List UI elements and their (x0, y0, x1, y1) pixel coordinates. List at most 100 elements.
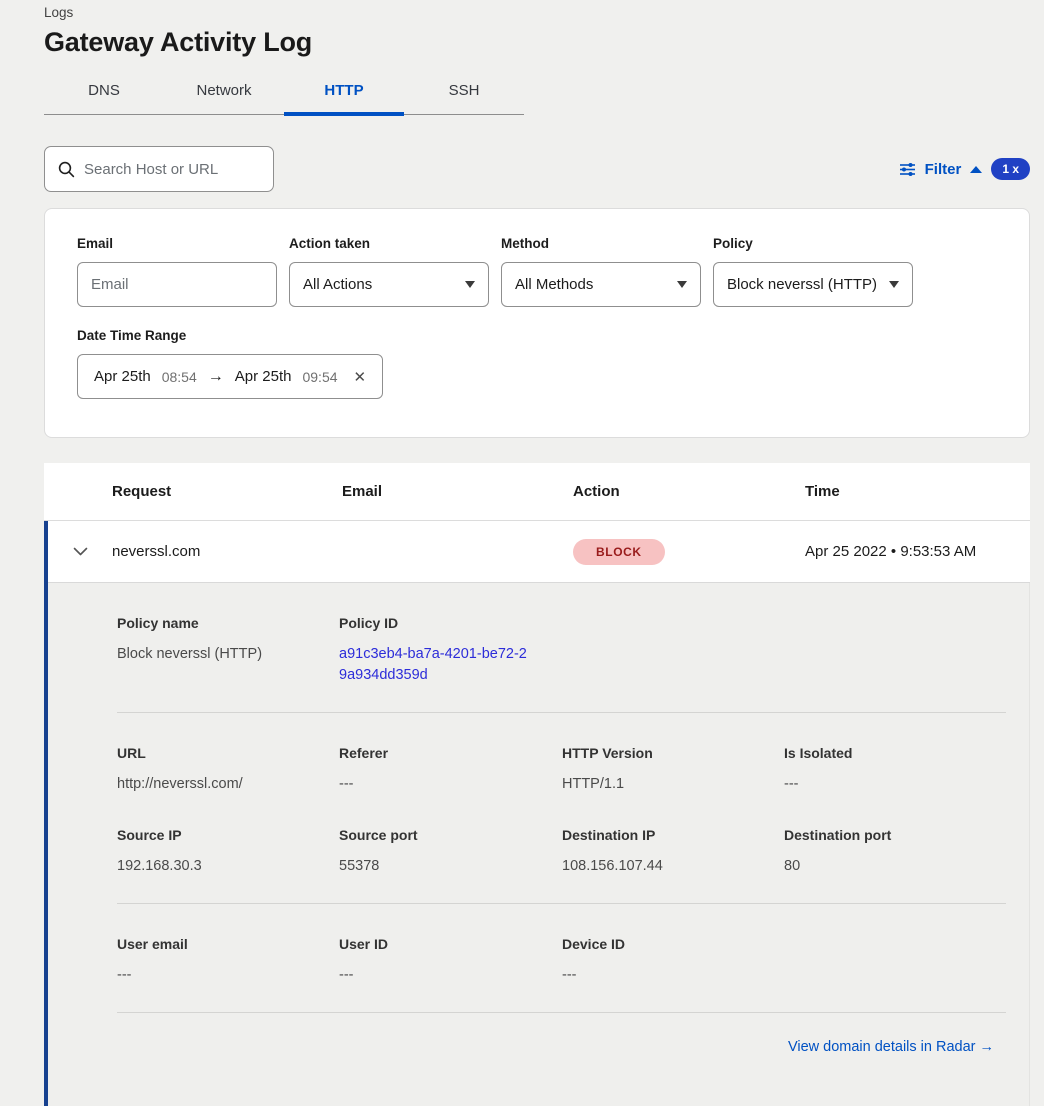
http-detail-section: URL http://neverssl.com/ Referer --- HTT… (117, 712, 1006, 903)
chevron-down-icon (889, 281, 899, 288)
tab-network[interactable]: Network (164, 82, 284, 114)
policy-section: Policy name Block neverssl (HTTP) Policy… (117, 583, 1006, 712)
view-radar-link[interactable]: View domain details in Radar → (788, 1039, 994, 1055)
col-email: Email (342, 483, 573, 500)
filter-sliders-icon (899, 162, 916, 177)
gateway-activity-page: Logs Gateway Activity Log DNS Network HT… (0, 0, 1044, 1106)
user-detail-section: User email --- User ID --- Device ID --- (117, 903, 1006, 1012)
field-label: Action taken (289, 236, 489, 251)
field-label: Email (77, 236, 277, 251)
email-field[interactable] (77, 262, 277, 307)
detail-label: HTTP Version (562, 745, 784, 761)
tab-dns[interactable]: DNS (44, 82, 164, 114)
tab-ssh[interactable]: SSH (404, 82, 524, 114)
detail-label: URL (117, 745, 339, 761)
request-cell: neverssl.com (112, 543, 342, 560)
collapse-row-button[interactable] (48, 547, 112, 556)
tab-http[interactable]: HTTP (284, 82, 404, 114)
detail-item: Source IP 192.168.30.3 (117, 827, 339, 877)
detail-label: User ID (339, 936, 562, 952)
arrow-right-icon: → (208, 368, 224, 386)
toolbar: Filter 1 x (44, 146, 1030, 192)
detail-label: User email (117, 936, 339, 952)
detail-label: Device ID (562, 936, 784, 952)
chevron-down-icon (73, 547, 88, 556)
detail-item: Destination port 80 (784, 827, 1006, 877)
start-date: Apr 25th (94, 368, 151, 385)
detail-value: http://neverssl.com/ (117, 774, 339, 795)
selected-value: All Actions (303, 276, 372, 293)
detail-label: Policy ID (339, 615, 562, 631)
detail-item: Policy name Block neverssl (HTTP) (117, 615, 339, 686)
detail-item: User ID --- (339, 936, 562, 986)
table-header-row: Request Email Action Time (44, 463, 1030, 521)
col-action: Action (573, 483, 805, 500)
caret-up-icon[interactable] (970, 166, 982, 173)
detail-value: --- (784, 774, 1006, 795)
detail-label: Referer (339, 745, 562, 761)
row-details-panel: Policy name Block neverssl (HTTP) Policy… (48, 583, 1030, 1106)
detail-value: 192.168.30.3 (117, 856, 339, 877)
detail-item: User email --- (117, 936, 339, 986)
selected-value: Block neverssl (HTTP) (727, 276, 877, 293)
breadcrumb[interactable]: Logs (44, 5, 1030, 20)
detail-item: Is Isolated --- (784, 745, 1006, 795)
email-input[interactable] (91, 276, 263, 293)
field-label: Policy (713, 236, 913, 251)
field-label: Method (501, 236, 701, 251)
detail-item: Source port 55378 (339, 827, 562, 877)
policy-id-link[interactable]: a91c3eb4-ba7a-4201-be72-29a934dd359d (339, 644, 534, 686)
search-icon (58, 161, 75, 178)
detail-item: Referer --- (339, 745, 562, 795)
detail-label: Destination port (784, 827, 1006, 843)
clear-date-range-icon[interactable]: ✕ (354, 368, 367, 386)
action-cell: BLOCK (573, 539, 805, 565)
col-time: Time (805, 483, 1030, 500)
filter-count-badge[interactable]: 1 x (991, 158, 1030, 180)
chevron-down-icon (465, 281, 475, 288)
detail-item: Policy ID a91c3eb4-ba7a-4201-be72-29a934… (339, 615, 562, 686)
method-select[interactable]: All Methods (501, 262, 701, 307)
filter-field-method: Method All Methods (501, 236, 701, 307)
col-request: Request (112, 483, 342, 500)
detail-value: --- (562, 965, 784, 986)
search-input[interactable] (84, 161, 260, 178)
selected-value: All Methods (515, 276, 593, 293)
policy-name-value: Block neverssl (HTTP) (117, 644, 339, 665)
search-box[interactable] (44, 146, 274, 192)
filter-toggle[interactable]: Filter (925, 161, 962, 178)
detail-item: URL http://neverssl.com/ (117, 745, 339, 795)
filter-fields-row: Email Action taken All Actions Method Al… (77, 236, 997, 307)
status-badge: BLOCK (573, 539, 665, 565)
detail-label: Is Isolated (784, 745, 1006, 761)
chevron-down-icon (677, 281, 687, 288)
radar-link-row: View domain details in Radar → (117, 1012, 1006, 1106)
filter-panel: Email Action taken All Actions Method Al… (44, 208, 1030, 438)
tab-bar: DNS Network HTTP SSH (44, 82, 524, 115)
end-time: 09:54 (302, 369, 337, 385)
filter-field-email: Email (77, 236, 277, 307)
activity-table: Request Email Action Time neverssl.com B… (44, 463, 1030, 1106)
filter-controls: Filter 1 x (899, 158, 1030, 180)
page-title: Gateway Activity Log (44, 27, 1030, 58)
detail-value: HTTP/1.1 (562, 774, 784, 795)
detail-value: 108.156.107.44 (562, 856, 784, 877)
policy-select[interactable]: Block neverssl (HTTP) (713, 262, 913, 307)
detail-label: Policy name (117, 615, 339, 631)
action-taken-select[interactable]: All Actions (289, 262, 489, 307)
end-date: Apr 25th (235, 368, 292, 385)
field-label: Date Time Range (77, 328, 997, 343)
detail-value: --- (339, 774, 562, 795)
filter-field-daterange: Date Time Range Apr 25th 08:54 → Apr 25t… (77, 328, 997, 399)
detail-label: Destination IP (562, 827, 784, 843)
filter-field-action: Action taken All Actions (289, 236, 489, 307)
detail-label: Source port (339, 827, 562, 843)
detail-value: --- (117, 965, 339, 986)
date-range-picker[interactable]: Apr 25th 08:54 → Apr 25th 09:54 ✕ (77, 354, 383, 399)
detail-label: Source IP (117, 827, 339, 843)
detail-value: 80 (784, 856, 1006, 877)
detail-item: Device ID --- (562, 936, 784, 986)
detail-item: Destination IP 108.156.107.44 (562, 827, 784, 877)
detail-value: --- (339, 965, 562, 986)
table-row[interactable]: neverssl.com BLOCK Apr 25 2022 • 9:53:53… (48, 521, 1030, 583)
